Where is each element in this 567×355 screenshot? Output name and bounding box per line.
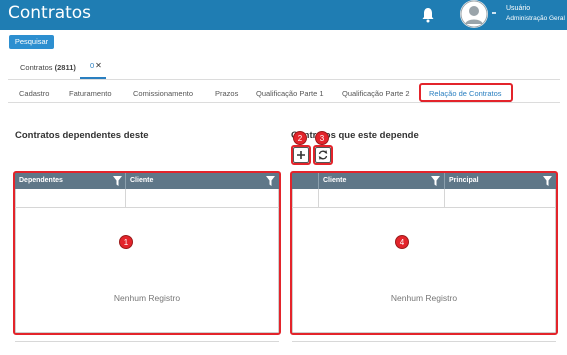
tab-contratos-count: (2811) bbox=[54, 63, 76, 72]
chevron-down-icon[interactable] bbox=[492, 12, 496, 14]
user-role: Administração Geral bbox=[506, 15, 565, 22]
close-icon[interactable]: ✕ bbox=[95, 61, 102, 70]
callout-badge: 1 bbox=[119, 235, 133, 249]
callout-badge: 3 bbox=[315, 131, 329, 145]
app-title: Contratos bbox=[8, 3, 92, 23]
left-panel-title: Contratos dependentes deste bbox=[15, 130, 149, 141]
tab-record-label: 0 bbox=[90, 61, 95, 70]
user-name: Usuário bbox=[506, 5, 531, 12]
callout-badge: 4 bbox=[395, 235, 409, 249]
tab-cadastro[interactable]: Cadastro bbox=[19, 89, 49, 98]
tab-qualificacao-parte-1[interactable]: Qualificação Parte 1 bbox=[256, 89, 324, 98]
tab-contratos[interactable]: Contratos (2811) bbox=[20, 63, 76, 72]
tab-contratos-label: Contratos bbox=[20, 63, 53, 72]
highlight-box bbox=[290, 171, 558, 335]
tab-faturamento[interactable]: Faturamento bbox=[69, 89, 112, 98]
divider bbox=[292, 341, 556, 342]
divider bbox=[15, 341, 279, 342]
user-avatar-icon bbox=[460, 0, 488, 28]
highlight-box bbox=[313, 145, 333, 165]
tab-comissionamento[interactable]: Comissionamento bbox=[133, 89, 193, 98]
bell-icon[interactable] bbox=[421, 7, 435, 23]
tab-prazos[interactable]: Prazos bbox=[215, 89, 238, 98]
highlight-box bbox=[291, 145, 311, 165]
search-button[interactable]: Pesquisar bbox=[9, 35, 54, 49]
top-bar: Contratos Usuário Administração Geral bbox=[0, 0, 567, 30]
tab-qualificacao-parte-2[interactable]: Qualificação Parte 2 bbox=[342, 89, 410, 98]
tab-record[interactable]: 0✕ bbox=[90, 61, 102, 70]
divider bbox=[8, 102, 560, 103]
highlight-box bbox=[13, 171, 281, 335]
avatar[interactable] bbox=[460, 0, 488, 28]
callout-badge: 2 bbox=[293, 131, 307, 145]
right-panel-title: Contratos que este depende bbox=[291, 130, 419, 141]
highlight-box bbox=[419, 83, 513, 102]
divider bbox=[8, 79, 560, 80]
